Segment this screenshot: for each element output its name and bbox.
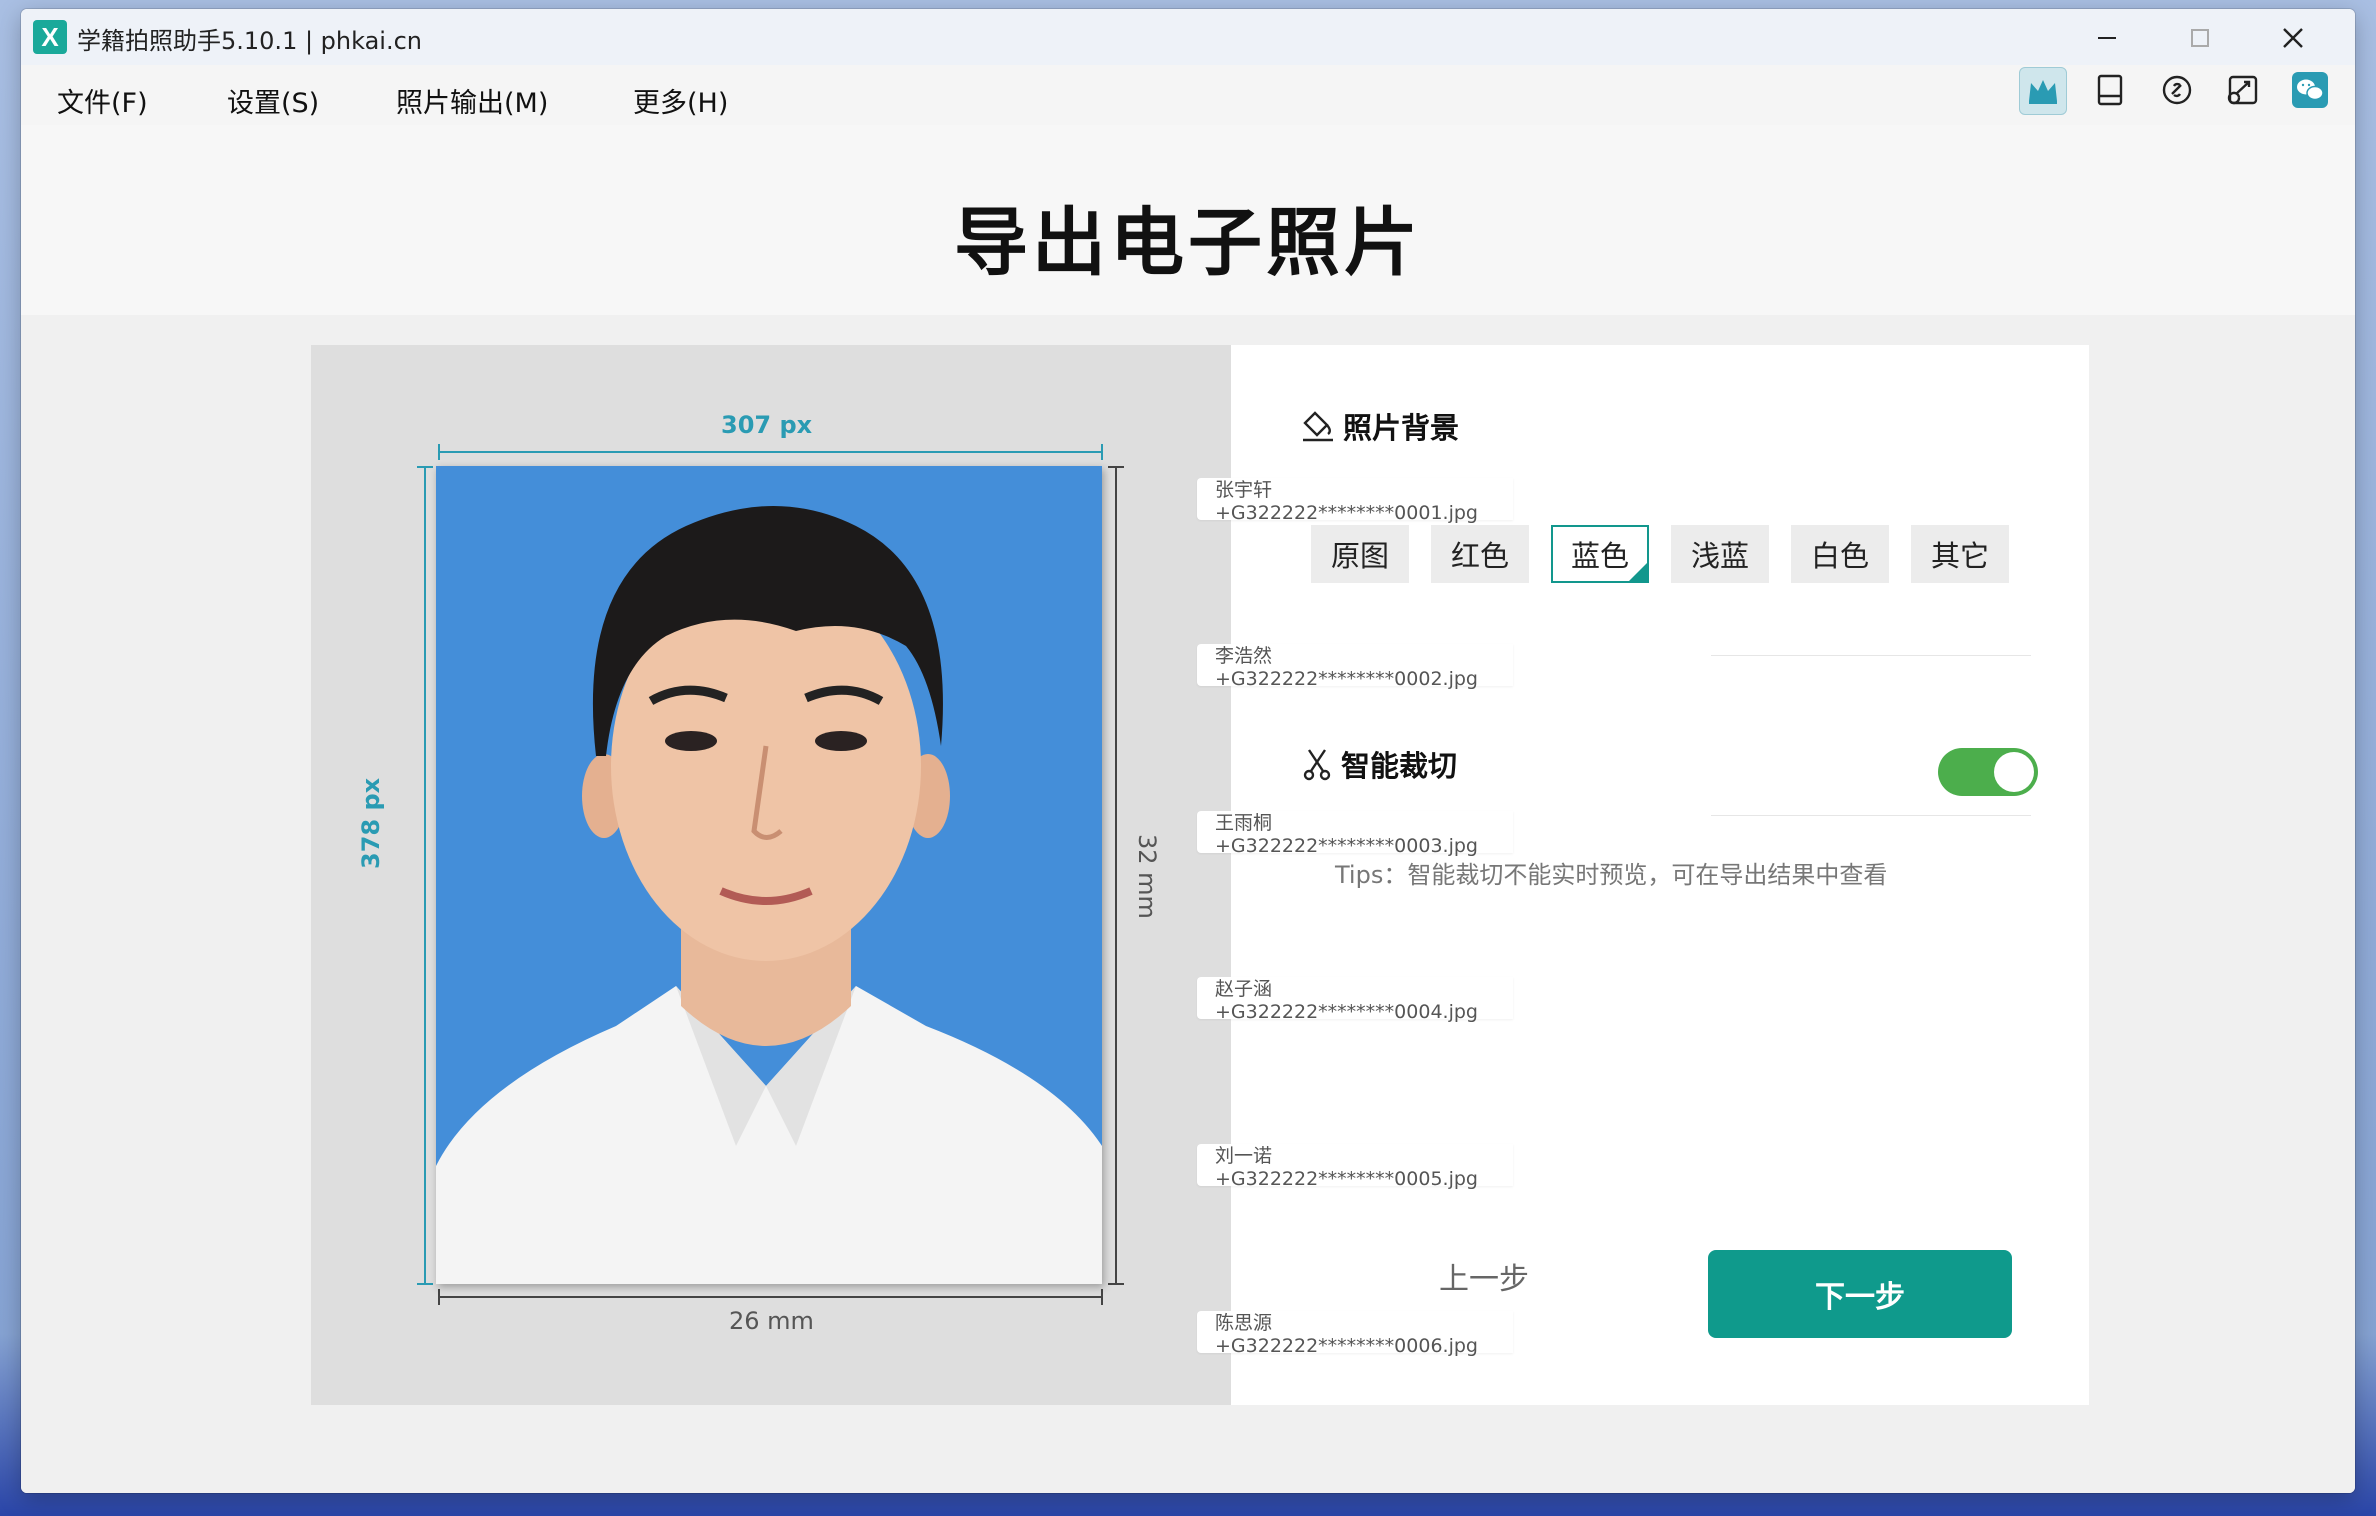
file-list-item[interactable]: 李浩然+G322222********0002.jpg [1197,644,1513,690]
bg-option-light-blue[interactable]: 浅蓝 [1671,525,1769,583]
next-step-button[interactable]: 下一步 [1708,1250,2012,1338]
bg-option-white[interactable]: 白色 [1791,525,1889,583]
toggle-knob [1994,752,2034,792]
bg-option-blue[interactable]: 蓝色 [1551,525,1649,583]
portrait-image [436,466,1102,1284]
background-section-title: 照片背景 [1343,411,1460,445]
height-mm-label: 32 mm [1133,834,1161,919]
crop-section-header: 智能裁切 [1301,743,1457,785]
file-list-item[interactable]: 刘一诺+G322222********0005.jpg [1197,1144,1513,1190]
file-list-item[interactable]: 陈思源+G322222********0006.jpg [1197,1311,1513,1357]
bg-option-other[interactable]: 其它 [1911,525,2009,583]
selected-corner-icon [1627,561,1649,583]
crop-section-title: 智能裁切 [1341,749,1458,783]
height-px-label: 378 px [357,777,385,869]
file-list-item[interactable]: 张宇轩+G322222********0001.jpg [1197,478,1513,524]
scissors-icon [1303,749,1331,781]
section-divider [1711,655,2031,656]
paint-bucket-icon [1303,411,1333,442]
background-section-header: 照片背景 [1301,405,1459,447]
bg-option-original[interactable]: 原图 [1311,525,1409,583]
crop-divider [1711,815,2031,816]
file-list-item[interactable]: 赵子涵+G322222********0004.jpg [1197,977,1513,1023]
app-window: X 学籍拍照助手5.10.1 | phkai.cn 文件(F) 设置(S) 照片… [21,9,2355,1493]
bg-option-blue-label: 蓝色 [1570,539,1629,573]
width-mm-label: 26 mm [729,1307,814,1335]
file-list-item[interactable]: 王雨桐+G322222********0003.jpg [1197,811,1513,857]
id-photo [436,466,1102,1284]
width-px-label: 307 px [721,411,813,439]
bg-option-red[interactable]: 红色 [1431,525,1529,583]
smart-crop-toggle[interactable] [1938,748,2038,796]
prev-step-button[interactable]: 上一步 [1421,1249,1547,1303]
crop-tips: Tips：智能裁切不能实时预览，可在导出结果中查看 [1335,861,1888,889]
